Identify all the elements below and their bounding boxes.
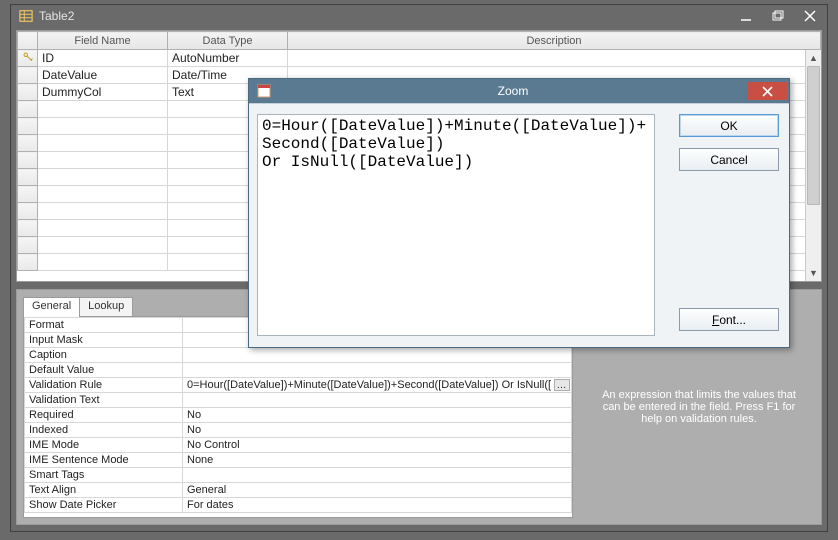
scroll-down-icon[interactable]: ▼	[806, 265, 821, 281]
property-row[interactable]: Text AlignGeneral	[25, 483, 572, 498]
form-icon	[255, 82, 273, 100]
tab-lookup[interactable]: Lookup	[79, 297, 133, 317]
row-selector[interactable]	[18, 50, 38, 67]
property-value[interactable]	[183, 363, 572, 378]
col-field-name[interactable]: Field Name	[38, 32, 168, 50]
property-row[interactable]: IME Sentence ModeNone	[25, 453, 572, 468]
scroll-thumb[interactable]	[807, 66, 820, 205]
grid-corner[interactable]	[18, 32, 38, 50]
property-row[interactable]: Smart Tags	[25, 468, 572, 483]
property-name: Format	[25, 318, 183, 333]
property-row[interactable]: Validation Rule0=Hour([DateValue])+Minut…	[25, 378, 572, 393]
table-icon	[19, 9, 33, 23]
builder-button[interactable]: …	[554, 379, 570, 391]
property-name: IME Sentence Mode	[25, 453, 183, 468]
grid-header-row: Field Name Data Type Description	[18, 32, 821, 50]
property-row[interactable]: IME ModeNo Control	[25, 438, 572, 453]
zoom-dialog: Zoom OK Cancel Font...	[248, 78, 790, 348]
row-selector[interactable]	[18, 84, 38, 101]
property-name: Required	[25, 408, 183, 423]
property-name: Caption	[25, 348, 183, 363]
property-row[interactable]: IndexedNo	[25, 423, 572, 438]
cell-description[interactable]	[288, 50, 821, 67]
cell-field-name[interactable]: DummyCol	[38, 84, 168, 101]
property-row[interactable]: RequiredNo	[25, 408, 572, 423]
property-name: Input Mask	[25, 333, 183, 348]
property-row[interactable]: Validation Text	[25, 393, 572, 408]
zoom-close-button[interactable]	[747, 82, 787, 100]
property-name: Validation Text	[25, 393, 183, 408]
window-title: Table2	[39, 9, 739, 23]
table-row[interactable]: ID AutoNumber	[18, 50, 821, 67]
col-data-type[interactable]: Data Type	[168, 32, 288, 50]
scroll-up-icon[interactable]: ▲	[806, 50, 821, 66]
tab-general[interactable]: General	[23, 297, 80, 317]
property-value[interactable]	[183, 393, 572, 408]
property-value[interactable]: No Control	[183, 438, 572, 453]
property-name: IME Mode	[25, 438, 183, 453]
property-value[interactable]	[183, 468, 572, 483]
property-name: Smart Tags	[25, 468, 183, 483]
property-value[interactable]: None	[183, 453, 572, 468]
cell-data-type[interactable]: AutoNumber	[168, 50, 288, 67]
font-button[interactable]: Font...	[679, 308, 779, 331]
zoom-title-bar[interactable]: Zoom	[249, 79, 789, 103]
property-name: Default Value	[25, 363, 183, 378]
zoom-title: Zoom	[279, 84, 747, 98]
row-selector[interactable]	[18, 67, 38, 84]
property-row[interactable]: Caption	[25, 348, 572, 363]
property-value[interactable]: No	[183, 408, 572, 423]
property-value[interactable]: For dates	[183, 498, 572, 513]
property-name: Validation Rule	[25, 378, 183, 393]
cancel-button[interactable]: Cancel	[679, 148, 779, 171]
col-description[interactable]: Description	[288, 32, 821, 50]
ok-button[interactable]: OK	[679, 114, 779, 137]
property-value[interactable]	[183, 348, 572, 363]
cell-field-name[interactable]: DateValue	[38, 67, 168, 84]
font-button-label: ont...	[719, 313, 746, 327]
property-row[interactable]: Show Date PickerFor dates	[25, 498, 572, 513]
property-name: Indexed	[25, 423, 183, 438]
property-value[interactable]: 0=Hour([DateValue])+Minute([DateValue])+…	[183, 378, 572, 393]
zoom-text-input[interactable]	[257, 114, 655, 336]
restore-button[interactable]	[771, 9, 785, 23]
property-name: Text Align	[25, 483, 183, 498]
title-bar: Table2	[11, 5, 827, 27]
property-value[interactable]: No	[183, 423, 572, 438]
cell-field-name[interactable]: ID	[38, 50, 168, 67]
property-value[interactable]: General	[183, 483, 572, 498]
grid-vertical-scrollbar[interactable]: ▲ ▼	[805, 50, 821, 281]
property-row[interactable]: Default Value	[25, 363, 572, 378]
close-button[interactable]	[803, 9, 817, 23]
minimize-button[interactable]	[739, 9, 753, 23]
property-name: Show Date Picker	[25, 498, 183, 513]
